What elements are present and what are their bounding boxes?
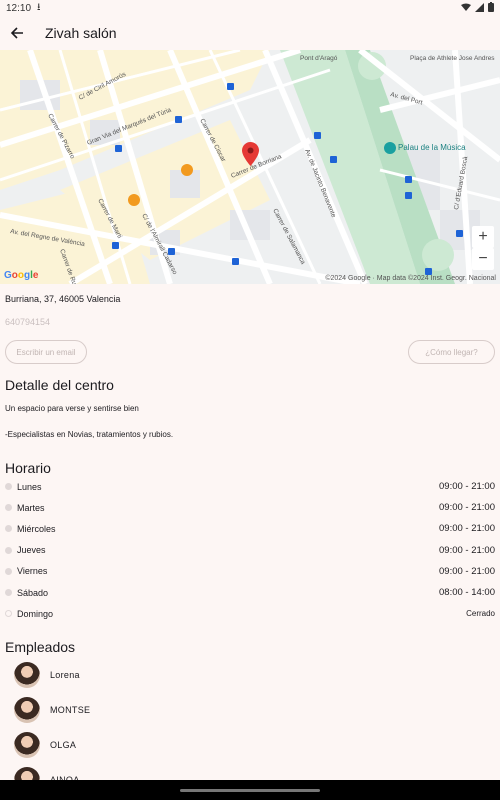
system-nav-bar — [0, 780, 500, 800]
employees-title: Empleados — [5, 639, 76, 655]
avatar — [14, 696, 40, 723]
employee-name: Lorena — [50, 669, 80, 680]
employee-item[interactable]: Lorena — [14, 657, 494, 692]
zoom-out-button[interactable]: − — [472, 248, 494, 270]
closed-dot-icon — [5, 610, 12, 618]
schedule-row: Sábado 08:00 - 14:00 — [5, 582, 495, 603]
open-dot-icon — [5, 546, 12, 554]
avatar — [14, 731, 40, 758]
phone-text[interactable]: 640794154 — [5, 317, 50, 327]
contact-actions: Escribir un email ¿Cómo llegar? — [5, 340, 495, 364]
avatar — [14, 661, 40, 688]
day-hours: 09:00 - 21:00 — [439, 565, 495, 577]
employee-name: MONTSE — [50, 704, 91, 715]
download-icon: ⭳ — [37, 1, 41, 13]
map-view[interactable]: Gran Via del Marqués del Túria Carrer de … — [0, 50, 500, 284]
email-button[interactable]: Escribir un email — [5, 340, 87, 364]
signal-icon — [475, 2, 484, 12]
open-dot-icon — [5, 504, 12, 512]
schedule-list: Lunes 09:00 - 21:00 Martes 09:00 - 21:00 M… — [5, 476, 495, 624]
map-street-label: Pont d'Aragó — [300, 55, 338, 62]
day-label: Domingo — [17, 608, 54, 619]
day-hours: 09:00 - 21:00 — [439, 481, 495, 493]
directions-button[interactable]: ¿Cómo llegar? — [408, 340, 495, 364]
map-canvas: Gran Via del Marqués del TúriaCarrer de … — [0, 50, 500, 284]
status-bar: 12:10 ⭳ — [0, 0, 500, 16]
schedule-row: Jueves 09:00 - 21:00 — [5, 540, 495, 561]
schedule-row: Domingo Cerrado — [5, 603, 495, 624]
open-dot-icon — [5, 483, 12, 491]
employee-item[interactable]: MONTSE — [14, 692, 494, 727]
app-bar: Zivah salón — [0, 16, 500, 50]
employee-list: Lorena MONTSE OLGA AINOA — [14, 657, 494, 797]
back-button[interactable] — [0, 16, 34, 50]
detail-line-1: Un espacio para verse y sentirse bien — [5, 404, 139, 413]
employee-item[interactable]: OLGA — [14, 727, 494, 762]
day-hours: Cerrado — [466, 609, 495, 619]
zoom-in-button[interactable]: + — [472, 226, 494, 248]
day-label: Lunes — [17, 481, 42, 492]
address-text: Burriana, 37, 46005 Valencia — [5, 294, 121, 304]
schedule-title: Horario — [5, 460, 51, 476]
day-hours: 09:00 - 21:00 — [439, 544, 495, 556]
day-hours: 09:00 - 21:00 — [439, 502, 495, 514]
day-hours: 08:00 - 14:00 — [439, 587, 495, 599]
arrow-left-icon — [10, 27, 23, 39]
home-gesture-handle[interactable] — [180, 789, 320, 792]
day-label: Martes — [17, 502, 45, 513]
detail-line-2: -Especialistas en Novias, tratamientos y… — [5, 430, 174, 439]
open-dot-icon — [5, 525, 12, 533]
status-time: 12:10 — [6, 2, 32, 14]
day-label: Sábado — [17, 587, 49, 598]
map-street-label: Plaça de Athlete Jose Andres — [410, 55, 495, 62]
day-label: Jueves — [17, 545, 46, 556]
google-logo: Google — [4, 270, 39, 281]
schedule-row: Martes 09:00 - 21:00 — [5, 497, 495, 518]
location-pin-icon[interactable] — [242, 142, 259, 166]
map-copyright: ©2024 Google · Map data ©2024 Inst. Geog… — [325, 275, 496, 282]
wifi-icon — [461, 3, 471, 11]
day-hours: 09:00 - 21:00 — [439, 523, 495, 535]
page-title: Zivah salón — [45, 25, 117, 41]
schedule-row: Miércoles 09:00 - 21:00 — [5, 518, 495, 539]
schedule-row: Viernes 09:00 - 21:00 — [5, 561, 495, 582]
status-icons — [461, 2, 494, 12]
employee-name: OLGA — [50, 739, 77, 750]
open-dot-icon — [5, 567, 12, 575]
open-dot-icon — [5, 589, 12, 597]
battery-icon — [488, 2, 494, 12]
schedule-row: Lunes 09:00 - 21:00 — [5, 476, 495, 497]
day-label: Miércoles — [17, 523, 56, 534]
map-street-label: Palau de la Música — [398, 143, 466, 152]
detail-title: Detalle del centro — [5, 377, 114, 393]
day-label: Viernes — [17, 566, 48, 577]
